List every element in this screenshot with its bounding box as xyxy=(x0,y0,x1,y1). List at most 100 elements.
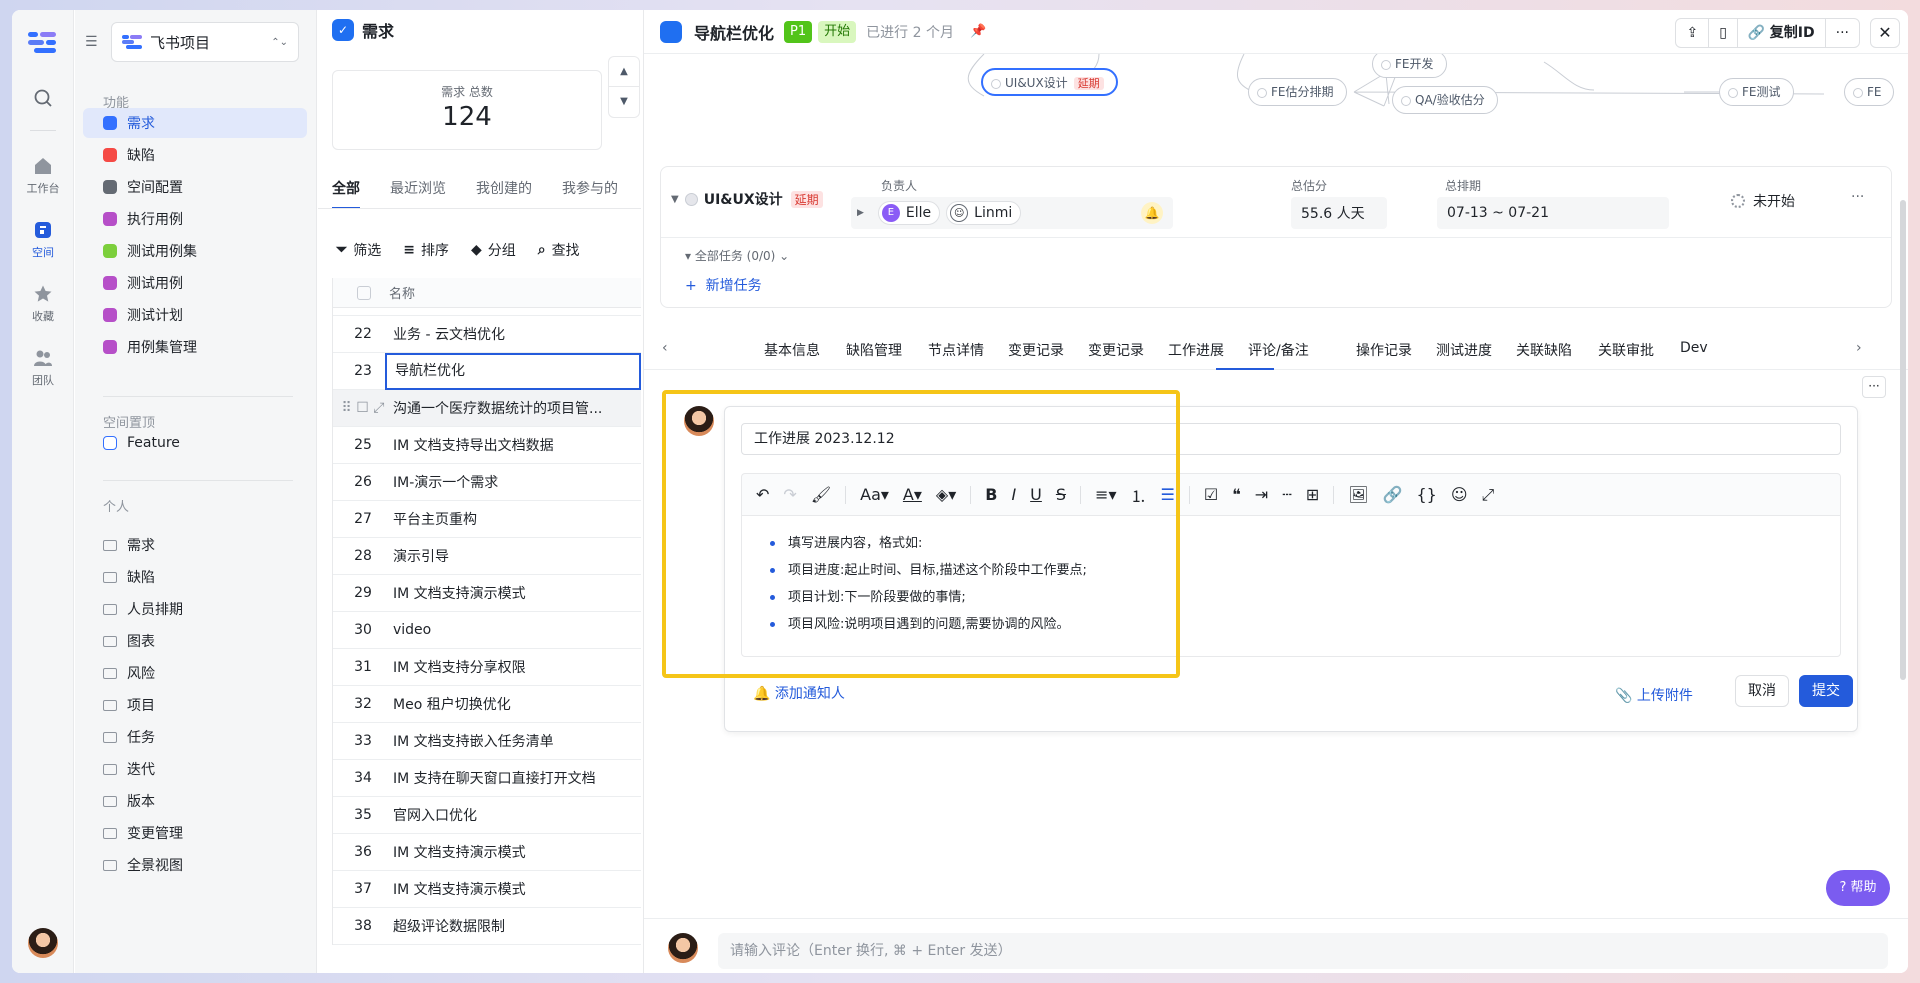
rail-item-space[interactable]: 空间 xyxy=(12,220,74,260)
table-row[interactable]: 28 演示引导 xyxy=(333,538,641,575)
workflow-node-fe-estimate[interactable]: FE估分排期 xyxy=(1248,78,1347,106)
sort-button[interactable]: ≡ 排序 xyxy=(403,240,449,260)
bell-icon[interactable]: 🔔 xyxy=(1141,202,1163,224)
detail-tab-1[interactable]: 缺陷管理 xyxy=(846,340,902,360)
tabs-scroll-right-icon[interactable]: › xyxy=(1856,340,1862,356)
detail-tab-3[interactable]: 变更记录 xyxy=(1008,340,1064,360)
upload-attachment-button[interactable]: 📎 上传附件 xyxy=(1615,685,1693,705)
emoji-icon[interactable]: ☺ xyxy=(1451,485,1468,504)
sidebar-item-1[interactable]: 缺陷 xyxy=(83,140,307,170)
sidebar-item-5[interactable]: 测试用例 xyxy=(83,268,307,298)
rail-item-team[interactable]: 团队 xyxy=(12,348,74,388)
link-icon[interactable]: 🔗 xyxy=(1383,485,1403,504)
owner-chip[interactable]: E Elle xyxy=(877,201,941,225)
node-state[interactable]: 未开始 xyxy=(1731,191,1795,211)
filter-button[interactable]: ⏷ 筛选 xyxy=(336,240,381,260)
expand-icon[interactable]: ▶ xyxy=(857,208,864,218)
add-notifier-button[interactable]: 🔔 添加通知人 xyxy=(753,683,845,703)
row-name[interactable]: IM 文档支持演示模式 xyxy=(393,879,641,899)
table-row[interactable]: 37 IM 文档支持演示模式 xyxy=(333,871,641,908)
table-row[interactable]: 30 video xyxy=(333,612,641,649)
scrollbar[interactable] xyxy=(1900,200,1906,680)
cancel-button[interactable]: 取消 xyxy=(1735,675,1789,707)
collapse-sidebar-icon[interactable]: ☰ xyxy=(85,34,98,50)
bookmark-icon[interactable]: ▯ xyxy=(1709,19,1738,47)
quote-icon[interactable]: ❝ xyxy=(1232,485,1241,504)
row-name[interactable]: IM 文档支持分享权限 xyxy=(393,657,641,677)
previous-item-button[interactable]: ▲ xyxy=(609,57,639,87)
table-row[interactable]: 32 Meo 租户切换优化 xyxy=(333,686,641,723)
detail-tab-11[interactable]: Dev xyxy=(1680,340,1708,356)
rail-item-favorites[interactable]: 收藏 xyxy=(12,284,74,324)
detail-title[interactable]: 导航栏优化 xyxy=(694,20,774,44)
row-name[interactable]: IM 文档支持嵌入任务清单 xyxy=(393,731,641,751)
row-name[interactable]: IM-演示一个需求 xyxy=(393,472,641,492)
personal-item-2[interactable]: 人员排期 xyxy=(83,594,307,624)
personal-item-7[interactable]: 迭代 xyxy=(83,754,307,784)
sidebar-item-2[interactable]: 空间配置 xyxy=(83,172,307,202)
detail-tab-6[interactable]: 评论/备注 xyxy=(1248,340,1309,360)
personal-item-6[interactable]: 任务 xyxy=(83,722,307,752)
detail-tab-9[interactable]: 关联缺陷 xyxy=(1516,340,1572,360)
detail-tab-10[interactable]: 关联审批 xyxy=(1598,340,1654,360)
workflow-node-fe-test[interactable]: FE测试 xyxy=(1719,78,1794,106)
schedule-field[interactable]: 07-13 ~ 07-21 xyxy=(1437,197,1669,229)
divider-icon[interactable]: ┄ xyxy=(1282,485,1292,504)
table-row[interactable]: 22 业务 - 云文档优化 xyxy=(333,316,641,353)
more-icon[interactable]: ··· xyxy=(1826,19,1859,47)
row-name[interactable]: 官网入口优化 xyxy=(393,805,641,825)
rail-item-workbench[interactable]: 工作台 xyxy=(12,156,74,196)
sidebar-item-7[interactable]: 用例集管理 xyxy=(83,332,307,362)
detail-tab-0[interactable]: 基本信息 xyxy=(764,340,820,360)
more-icon[interactable]: ··· xyxy=(1862,376,1886,398)
global-search-button[interactable] xyxy=(12,88,74,112)
project-selector[interactable]: 飞书项目 ⌃⌄ xyxy=(111,22,299,62)
pin-icon[interactable]: 📌 xyxy=(970,24,986,39)
table-row[interactable]: 23 导航栏优化 xyxy=(333,352,641,390)
comment-input[interactable]: 请输入评论（Enter 换行, ⌘ + Enter 发送） xyxy=(718,933,1888,969)
personal-item-4[interactable]: 风险 xyxy=(83,658,307,688)
submit-button[interactable]: 提交 xyxy=(1799,675,1853,707)
table-row[interactable]: 36 IM 文档支持演示模式 xyxy=(333,834,641,871)
code-icon[interactable]: {} xyxy=(1416,485,1436,504)
table-row[interactable]: 25 IM 文档支持导出文档数据 xyxy=(333,427,641,464)
select-all-checkbox[interactable] xyxy=(357,285,371,300)
personal-item-8[interactable]: 版本 xyxy=(83,786,307,816)
owner-chip[interactable]: ☺ Linmi xyxy=(946,201,1022,225)
drag-handle-icon[interactable]: ⠿ ☐ ⤢ xyxy=(342,400,385,416)
tab-involved[interactable]: 我参与的 xyxy=(562,178,618,209)
detail-tab-5[interactable]: 工作进展 xyxy=(1168,340,1224,360)
row-name[interactable]: IM 文档支持演示模式 xyxy=(393,583,641,603)
node-name[interactable]: ▼ UI&UX设计 延期 xyxy=(671,189,823,209)
row-name[interactable]: 沟通一个医疗数据统计的项目管... xyxy=(393,398,641,418)
table-row[interactable]: ⠿ ☐ ⤢ 沟通一个医疗数据统计的项目管... xyxy=(333,390,641,427)
row-name[interactable]: 导航栏优化 xyxy=(385,352,641,390)
add-task-button[interactable]: + 新增任务 xyxy=(685,275,762,295)
table-row[interactable]: 35 官网入口优化 xyxy=(333,797,641,834)
sidebar-item-0[interactable]: 需求 xyxy=(83,108,307,138)
share-icon[interactable]: ⇪ xyxy=(1676,19,1710,47)
collapse-icon[interactable]: ▼ xyxy=(671,194,679,205)
row-name[interactable]: 业务 - 云文档优化 xyxy=(393,324,641,344)
tab-created-by-me[interactable]: 我创建的 xyxy=(476,178,532,209)
sidebar-item-6[interactable]: 测试计划 xyxy=(83,300,307,330)
personal-item-3[interactable]: 图表 xyxy=(83,626,307,656)
row-name[interactable]: 演示引导 xyxy=(393,546,641,566)
detail-tab-8[interactable]: 测试进度 xyxy=(1436,340,1492,360)
row-name[interactable]: 超级评论数据限制 xyxy=(393,916,641,936)
personal-item-0[interactable]: 需求 xyxy=(83,530,307,560)
tab-recent[interactable]: 最近浏览 xyxy=(390,178,446,209)
workflow-node-qa[interactable]: QA/验收估分 xyxy=(1392,86,1498,114)
table-row[interactable]: 38 超级评论数据限制 xyxy=(333,908,641,945)
row-name[interactable]: Meo 租户切换优化 xyxy=(393,694,641,714)
close-icon[interactable]: ✕ xyxy=(1870,18,1900,48)
image-icon[interactable]: 🖼 xyxy=(1348,485,1368,504)
estimate-field[interactable]: 55.6 人天 xyxy=(1291,197,1387,229)
table-row[interactable]: 29 IM 文档支持演示模式 xyxy=(333,575,641,612)
next-item-button[interactable]: ▼ xyxy=(609,87,639,117)
indent-icon[interactable]: ⇥ xyxy=(1255,485,1268,504)
user-avatar[interactable] xyxy=(28,928,58,958)
checkbox-icon[interactable]: ☑ xyxy=(1204,485,1218,504)
detail-tab-4[interactable]: 变更记录 xyxy=(1088,340,1144,360)
priority-badge[interactable]: P1 xyxy=(784,20,813,43)
